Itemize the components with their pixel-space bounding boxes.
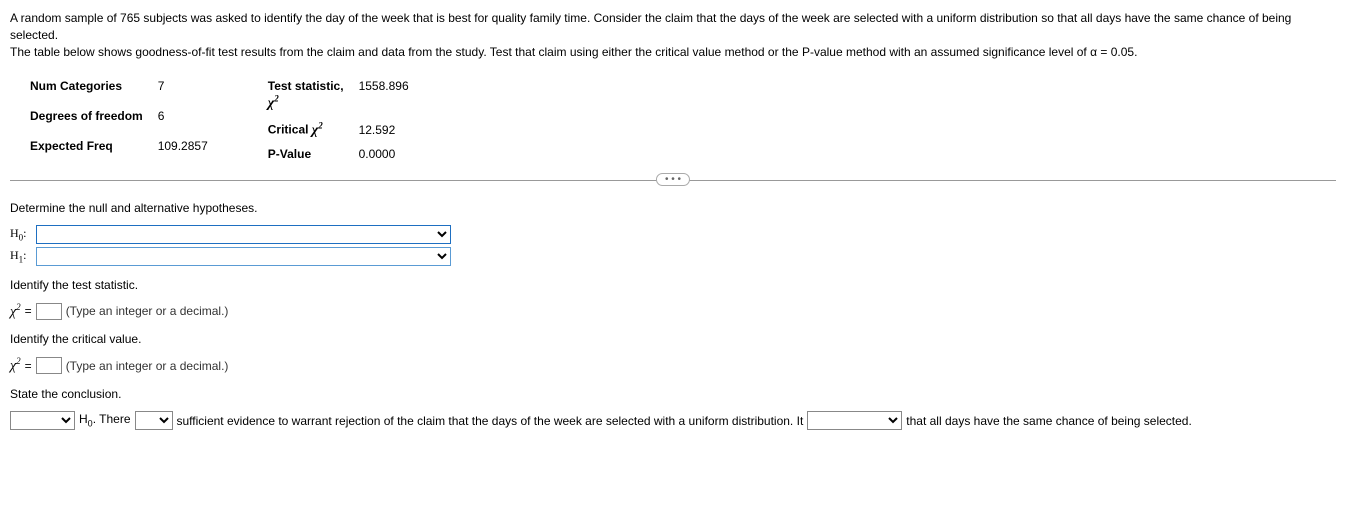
conclusion-prompt: State the conclusion. bbox=[10, 387, 1336, 401]
critical-value-prompt: Identify the critical value. bbox=[10, 332, 1336, 346]
equals-sign-2: = bbox=[25, 359, 32, 373]
pvalue-label: P-Value bbox=[268, 143, 359, 165]
expand-pill[interactable]: • • • bbox=[656, 173, 690, 186]
conclusion-select-2[interactable] bbox=[135, 411, 173, 430]
expected-freq-label: Expected Freq bbox=[30, 135, 158, 165]
conclusion-select-1[interactable] bbox=[10, 411, 75, 430]
df-value: 6 bbox=[158, 105, 208, 135]
h1-label: H1: bbox=[10, 248, 36, 264]
chi-squared-symbol-2: χ2 bbox=[10, 356, 21, 375]
conclusion-text-h0: H0. There bbox=[79, 412, 131, 428]
critical-value-input[interactable] bbox=[36, 357, 62, 374]
divider: • • • bbox=[10, 180, 1336, 181]
conclusion-select-3[interactable] bbox=[807, 411, 902, 430]
h1-select[interactable] bbox=[36, 247, 451, 266]
intro-line1: A random sample of 765 subjects was aske… bbox=[10, 10, 1336, 44]
h0-select[interactable] bbox=[36, 225, 451, 244]
problem-intro: A random sample of 765 subjects was aske… bbox=[10, 10, 1336, 60]
results-table: Num Categories 7 Degrees of freedom 6 Ex… bbox=[30, 75, 1336, 164]
h0-label: H0: bbox=[10, 226, 36, 242]
critical-label: Critical χ2 bbox=[268, 116, 359, 143]
test-stat-hint: (Type an integer or a decimal.) bbox=[66, 304, 229, 318]
test-stat-input[interactable] bbox=[36, 303, 62, 320]
equals-sign: = bbox=[25, 304, 32, 318]
expected-freq-value: 109.2857 bbox=[158, 135, 208, 165]
pvalue-value: 0.0000 bbox=[359, 143, 409, 165]
intro-line2: The table below shows goodness-of-fit te… bbox=[10, 44, 1336, 61]
test-stat-value: 1558.896 bbox=[359, 75, 409, 116]
test-stat-prompt: Identify the test statistic. bbox=[10, 278, 1336, 292]
num-categories-label: Num Categories bbox=[30, 75, 158, 105]
test-stat-label: Test statistic, χ2 bbox=[268, 75, 359, 116]
hypotheses-prompt: Determine the null and alternative hypot… bbox=[10, 201, 1336, 215]
chi-squared-symbol: χ2 bbox=[10, 302, 21, 321]
df-label: Degrees of freedom bbox=[30, 105, 158, 135]
conclusion-text-mid: sufficient evidence to warrant rejection… bbox=[177, 414, 804, 428]
critical-value-hint: (Type an integer or a decimal.) bbox=[66, 359, 229, 373]
num-categories-value: 7 bbox=[158, 75, 208, 105]
critical-value: 12.592 bbox=[359, 116, 409, 143]
conclusion-text-end: that all days have the same chance of be… bbox=[906, 414, 1192, 428]
